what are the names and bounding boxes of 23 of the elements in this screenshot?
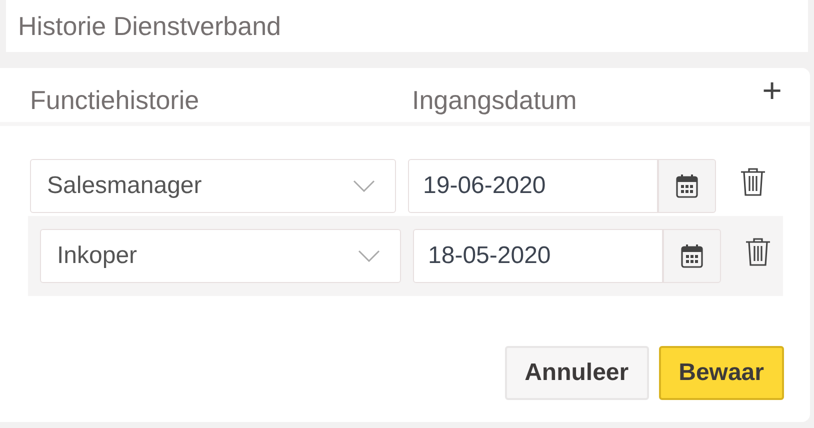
- date-field[interactable]: 19-06-2020: [408, 159, 658, 213]
- trash-icon: [740, 167, 766, 197]
- chevron-down-icon: [353, 180, 375, 192]
- selected-row[interactable]: Inkoper 18-05-2020: [28, 216, 783, 296]
- select-value: Salesmanager: [47, 171, 202, 201]
- select-value: Inkoper: [57, 241, 138, 271]
- calendar-button[interactable]: [658, 159, 716, 213]
- section-title: Historie Dienstverband: [18, 10, 282, 42]
- function-select[interactable]: Inkoper: [40, 229, 401, 283]
- column-header: Functiehistorie: [30, 84, 200, 117]
- delete-button[interactable]: [745, 237, 771, 267]
- date-field[interactable]: 18-05-2020: [413, 229, 663, 283]
- trash-icon: [745, 237, 771, 267]
- calendar-icon: [676, 174, 698, 198]
- cancel-button[interactable]: Annuleer: [504, 346, 649, 400]
- delete-button[interactable]: [740, 167, 766, 197]
- function-select[interactable]: Salesmanager: [30, 159, 396, 213]
- column-header: Ingangsdatum: [412, 84, 577, 117]
- add-button[interactable]: +: [762, 74, 782, 108]
- calendar-icon: [681, 244, 703, 268]
- chevron-down-icon: [358, 250, 380, 262]
- save-button[interactable]: Bewaar: [658, 346, 784, 400]
- calendar-button[interactable]: [663, 229, 721, 283]
